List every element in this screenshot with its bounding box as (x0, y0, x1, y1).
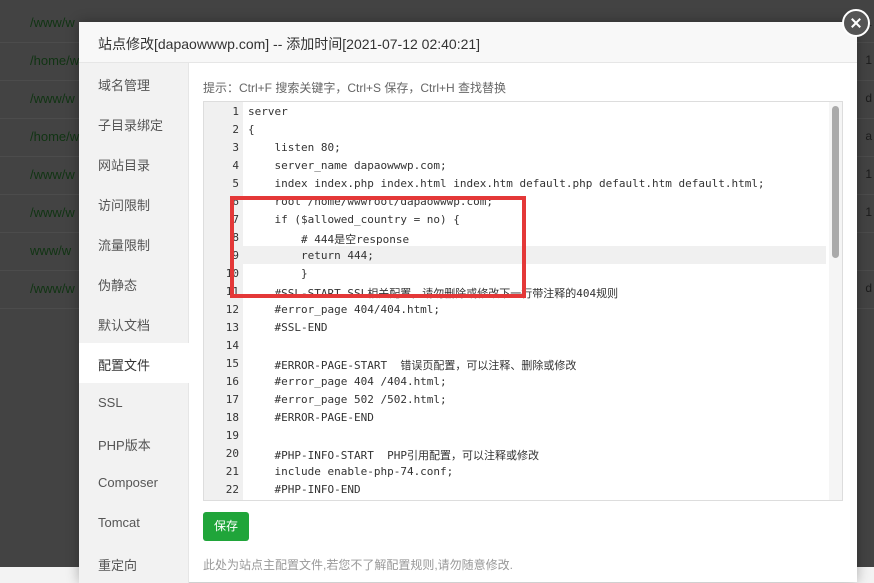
line-code: { (248, 123, 255, 136)
code-line[interactable]: 14 (204, 336, 826, 354)
sidebar-item-label: 流量限制 (98, 238, 151, 253)
code-line[interactable]: 3 listen 80; (204, 138, 826, 156)
sidebar-item-label: SSL (98, 395, 123, 410)
code-line[interactable]: 16 #error_page 404 /404.html; (204, 372, 826, 390)
sidebar-item-label: 网站目录 (98, 158, 151, 173)
sidebar-item-default-doc[interactable]: 默认文档 (79, 303, 188, 343)
editor-scrollbar[interactable] (829, 102, 842, 500)
code-line[interactable]: 18 #ERROR-PAGE-END (204, 408, 826, 426)
line-code: #error_page 404/404.html; (248, 303, 441, 316)
sidebar-item-tomcat[interactable]: Tomcat (79, 503, 188, 543)
scrollbar-thumb[interactable] (832, 106, 839, 258)
line-code: server_name dapaowwwp.com; (248, 159, 447, 172)
code-line[interactable]: 22 #PHP-INFO-END (204, 480, 826, 498)
code-line[interactable]: 19 (204, 426, 826, 444)
line-code: #error_page 502 /502.html; (248, 393, 447, 406)
line-number: 17 (225, 393, 239, 406)
line-number: 21 (225, 465, 239, 478)
red-annotation-box (230, 196, 526, 298)
code-line[interactable]: 21 include enable-php-74.conf; (204, 462, 826, 480)
sidebar-item-label: 默认文档 (98, 318, 151, 333)
sidebar-item-rewrite[interactable]: 伪静态 (79, 263, 188, 303)
line-code: #error_page 404 /404.html; (248, 375, 447, 388)
line-number: 12 (225, 303, 239, 316)
sidebar-item-redirect[interactable]: 重定向 (79, 543, 188, 583)
dialog-title: 站点修改[dapaowwwp.com] -- 添加时间[2021-07-12 0… (98, 36, 481, 52)
config-code-editor[interactable]: 1 server 2{ 3 listen 80; 4 server_name da… (203, 101, 843, 501)
line-code: #SSL-END (248, 321, 328, 334)
code-line[interactable]: 15 #ERROR-PAGE-START 错误页配置，可以注释、删除或修改 (204, 354, 826, 372)
sidebar-item-domain[interactable]: 域名管理 (79, 63, 188, 103)
line-number: 1 (232, 105, 239, 118)
line-number: 13 (225, 321, 239, 334)
code-line[interactable]: 5 index index.php index.html index.htm d… (204, 174, 826, 192)
line-code: index index.php index.html index.htm def… (248, 177, 765, 190)
line-number: 19 (225, 429, 239, 442)
line-number: 18 (225, 411, 239, 424)
sidebar-item-label: 配置文件 (98, 358, 151, 373)
line-code: include enable-php-74.conf; (248, 465, 454, 478)
sidebar-item-label: Tomcat (98, 515, 140, 530)
sidebar-item-label: 伪静态 (98, 278, 138, 293)
sidebar-item-php-version[interactable]: PHP版本 (79, 423, 188, 463)
site-edit-dialog: 站点修改[dapaowwwp.com] -- 添加时间[2021-07-12 0… (79, 22, 857, 583)
sidebar-item-label: 域名管理 (98, 78, 151, 93)
sidebar-item-label: 访问限制 (98, 198, 151, 213)
shortcut-tip: 提示：Ctrl+F 搜索关键字，Ctrl+S 保存，Ctrl+H 查找替换 (203, 81, 507, 95)
line-number: 14 (225, 339, 239, 352)
line-number: 4 (232, 159, 239, 172)
line-code: #ERROR-PAGE-END (248, 411, 374, 424)
sidebar-item-access-limit[interactable]: 访问限制 (79, 183, 188, 223)
close-icon[interactable] (842, 9, 870, 37)
sidebar-item-config-file[interactable]: 配置文件 (79, 343, 189, 383)
line-code: #PHP-INFO-END (248, 483, 361, 496)
sidebar-item-subdir[interactable]: 子目录绑定 (79, 103, 188, 143)
save-button[interactable]: 保存 (203, 512, 249, 541)
code-line[interactable]: 17 #error_page 502 /502.html; (204, 390, 826, 408)
code-line[interactable]: 13 #SSL-END (204, 318, 826, 336)
line-number: 2 (232, 123, 239, 136)
line-number: 22 (225, 483, 239, 496)
sidebar-item-label: PHP版本 (98, 438, 151, 453)
sidebar-item-site-dir[interactable]: 网站目录 (79, 143, 188, 183)
line-number: 15 (225, 357, 239, 370)
code-line[interactable]: 4 server_name dapaowwwp.com; (204, 156, 826, 174)
line-number: 3 (232, 141, 239, 154)
line-code: #ERROR-PAGE-START 错误页配置，可以注释、删除或修改 (248, 359, 577, 372)
dialog-title-bar: 站点修改[dapaowwwp.com] -- 添加时间[2021-07-12 0… (79, 22, 857, 63)
line-number: 16 (225, 375, 239, 388)
line-code: server (248, 105, 288, 118)
settings-sidebar: 域名管理 子目录绑定 网站目录 访问限制 流量限制 伪静态 默认文档 配置文件 … (79, 63, 189, 583)
sidebar-item-label: 重定向 (98, 558, 138, 573)
line-code: listen 80; (248, 141, 341, 154)
code-line[interactable]: 2{ (204, 120, 826, 138)
sidebar-item-ssl[interactable]: SSL (79, 383, 188, 423)
line-number: 5 (232, 177, 239, 190)
code-line[interactable]: 1 server (204, 102, 826, 120)
sidebar-item-composer[interactable]: Composer (79, 463, 188, 503)
sidebar-item-label: 子目录绑定 (98, 118, 164, 133)
code-line[interactable]: 20 #PHP-INFO-START PHP引用配置，可以注释或修改 (204, 444, 826, 462)
config-warning-note: 此处为站点主配置文件,若您不了解配置规则,请勿随意修改. (203, 558, 514, 572)
line-number: 20 (225, 447, 239, 460)
sidebar-item-label: Composer (98, 475, 158, 490)
sidebar-item-traffic-limit[interactable]: 流量限制 (79, 223, 188, 263)
code-line[interactable]: 12 #error_page 404/404.html; (204, 300, 826, 318)
line-code: #PHP-INFO-START PHP引用配置，可以注释或修改 (248, 449, 539, 462)
